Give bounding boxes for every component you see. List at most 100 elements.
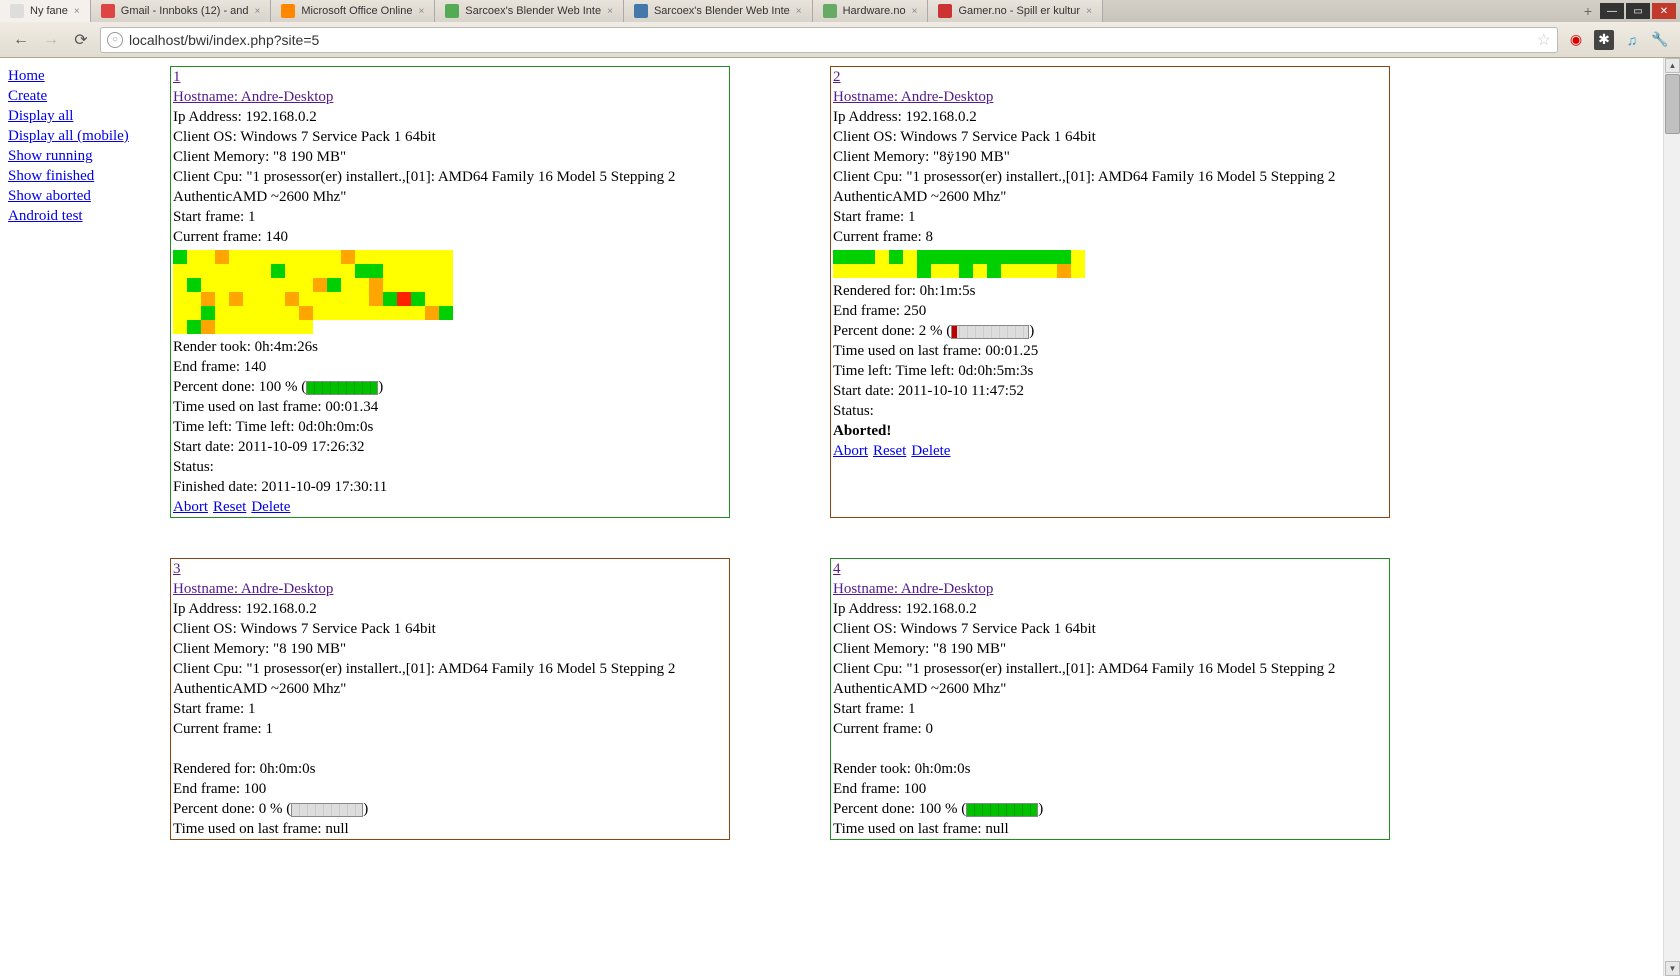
job-start-date: Start date: 2011-10-10 11:47:52 [833, 381, 1387, 401]
job-render-took: Render took: 0h:4m:26s [173, 337, 727, 357]
heatmap-cell [187, 306, 201, 320]
job-hostname-link[interactable]: Hostname: Andre-Desktop [833, 89, 993, 105]
job-start-frame: Start frame: 1 [173, 207, 727, 227]
job-action-link[interactable]: Reset [873, 443, 906, 459]
job-start-frame: Start frame: 1 [833, 207, 1387, 227]
tab-title: Hardware.no [843, 5, 906, 17]
heatmap-cell [341, 320, 355, 334]
job-id-link[interactable]: 2 [833, 69, 841, 85]
job-ip: Ip Address: 192.168.0.2 [173, 107, 727, 127]
heatmap-cell [215, 264, 229, 278]
sidebar-link[interactable]: Show aborted [8, 186, 162, 206]
heatmap-cell [369, 292, 383, 306]
heatmap-cell [973, 264, 987, 278]
scrollbar-up-arrow[interactable]: ▲ [1665, 58, 1680, 73]
heatmap-cell [439, 306, 453, 320]
extension-icon-3[interactable]: ♫ [1622, 30, 1642, 50]
sidebar-link[interactable]: Display all (mobile) [8, 126, 162, 146]
browser-tab[interactable]: Sarcoex's Blender Web Inte× [624, 0, 813, 22]
heatmap-cell [201, 250, 215, 264]
heatmap-cell [439, 292, 453, 306]
scrollbar-down-arrow[interactable]: ▼ [1665, 961, 1680, 976]
sidebar-link[interactable]: Home [8, 66, 162, 86]
tab-favicon [938, 4, 952, 18]
job-action-link[interactable]: Delete [251, 499, 290, 515]
heatmap-cell [1029, 264, 1043, 278]
job-action-link[interactable]: Delete [911, 443, 950, 459]
reload-button[interactable]: ⟳ [70, 29, 92, 51]
wrench-icon[interactable]: 🔧 [1650, 30, 1670, 50]
close-button[interactable]: ✕ [1652, 3, 1676, 19]
heatmap-cell [861, 264, 875, 278]
tab-close-icon[interactable]: × [418, 6, 424, 17]
sidebar-link[interactable]: Create [8, 86, 162, 106]
sidebar-link[interactable]: Show finished [8, 166, 162, 186]
browser-tab[interactable]: Gmail - Innboks (12) - and× [91, 0, 272, 22]
heatmap-cell [1001, 264, 1015, 278]
job-memory: Client Memory: "8ÿ190 MB" [833, 147, 1387, 167]
minimize-button[interactable]: — [1600, 3, 1624, 19]
heatmap-cell [271, 278, 285, 292]
heatmap-cell [341, 292, 355, 306]
browser-tab[interactable]: Sarcoex's Blender Web Inte× [435, 0, 624, 22]
heatmap-cell [229, 306, 243, 320]
heatmap-cell [215, 306, 229, 320]
heatmap-cell [341, 278, 355, 292]
tab-close-icon[interactable]: × [607, 6, 613, 17]
heatmap-cell [411, 278, 425, 292]
tab-close-icon[interactable]: × [255, 6, 261, 17]
browser-tab[interactable]: Microsoft Office Online× [271, 0, 435, 22]
heatmap-cell [369, 278, 383, 292]
job-percent: Percent done: 100 % () [833, 799, 1387, 819]
maximize-button[interactable]: ▭ [1626, 3, 1650, 19]
heatmap-cell [1099, 250, 1113, 264]
heatmap-cell [1099, 264, 1113, 278]
tab-favicon [101, 4, 115, 18]
forward-button[interactable]: → [40, 29, 62, 51]
new-tab-button[interactable]: + [1576, 3, 1600, 19]
tab-close-icon[interactable]: × [912, 6, 918, 17]
extension-icon-1[interactable]: ◉ [1566, 30, 1586, 50]
heatmap-cell [229, 250, 243, 264]
bookmark-icon[interactable]: ☆ [1537, 30, 1551, 50]
heatmap-cell [327, 306, 341, 320]
browser-tab[interactable]: Gamer.no - Spill er kultur× [928, 0, 1103, 22]
heatmap-cell [425, 292, 439, 306]
scrollbar-thumb[interactable] [1665, 74, 1680, 134]
browser-tab[interactable]: Hardware.no × [813, 0, 929, 22]
job-id-link[interactable]: 1 [173, 69, 181, 85]
browser-tab[interactable]: Ny fane× [0, 0, 91, 22]
heatmap-cell [229, 292, 243, 306]
job-id-link[interactable]: 4 [833, 561, 841, 577]
job-last-frame: Time used on last frame: null [833, 819, 1387, 839]
heatmap [833, 250, 1387, 278]
job-action-link[interactable]: Abort [833, 443, 868, 459]
tab-close-icon[interactable]: × [74, 6, 80, 17]
scrollbar[interactable]: ▲ ▼ [1663, 58, 1680, 976]
extension-icon-2[interactable]: ✱ [1594, 30, 1614, 50]
sidebar-link[interactable]: Display all [8, 106, 162, 126]
job-hostname-link[interactable]: Hostname: Andre-Desktop [173, 581, 333, 597]
url-bar[interactable]: ○ localhost/bwi/index.php?site=5 ☆ [100, 27, 1558, 53]
job-current-frame: Current frame: 1 [173, 719, 727, 739]
heatmap-cell [425, 264, 439, 278]
heatmap-cell [243, 292, 257, 306]
heatmap-cell [425, 278, 439, 292]
heatmap-cell [945, 250, 959, 264]
job-id-link[interactable]: 3 [173, 561, 181, 577]
heatmap-cell [369, 306, 383, 320]
heatmap-cell [355, 292, 369, 306]
heatmap-cell [285, 306, 299, 320]
tab-close-icon[interactable]: × [1086, 6, 1092, 17]
sidebar-link[interactable]: Show running [8, 146, 162, 166]
heatmap-cell [1085, 250, 1099, 264]
job-action-link[interactable]: Abort [173, 499, 208, 515]
job-hostname-link[interactable]: Hostname: Andre-Desktop [833, 581, 993, 597]
back-button[interactable]: ← [10, 29, 32, 51]
job-action-link[interactable]: Reset [213, 499, 246, 515]
job-actions: Abort Reset Delete [173, 497, 727, 517]
job-hostname-link[interactable]: Hostname: Andre-Desktop [173, 89, 333, 105]
heatmap-cell [397, 264, 411, 278]
tab-close-icon[interactable]: × [796, 6, 802, 17]
sidebar-link[interactable]: Android test [8, 206, 162, 226]
